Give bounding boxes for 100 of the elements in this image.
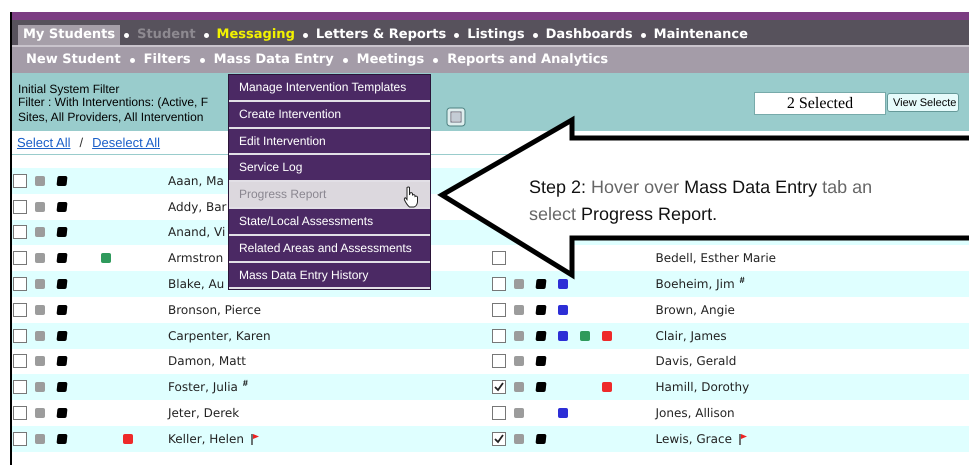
student-name[interactable]: Carpenter, Karen bbox=[168, 326, 271, 345]
checkbox[interactable] bbox=[13, 302, 27, 317]
status-square bbox=[602, 330, 612, 341]
menu-item[interactable]: Mass Data Entry History bbox=[229, 262, 430, 290]
checkbox[interactable] bbox=[13, 200, 27, 214]
student-name[interactable]: Addy, Bar bbox=[168, 198, 226, 216]
student-name[interactable]: Clair, James bbox=[656, 326, 727, 345]
status-square bbox=[514, 382, 524, 392]
filter-text: Sites, All Providers, All Intervention bbox=[18, 110, 204, 125]
status-square bbox=[35, 356, 45, 366]
status-square bbox=[558, 279, 568, 290]
menu-item[interactable]: State/Local Assessments bbox=[229, 208, 430, 236]
checkbox[interactable] bbox=[13, 251, 27, 266]
checkbox[interactable] bbox=[13, 277, 27, 292]
status-square bbox=[56, 176, 68, 186]
menu-item[interactable]: Edit Intervention bbox=[229, 128, 430, 156]
status-square bbox=[534, 356, 546, 366]
status-square bbox=[534, 330, 546, 341]
student-name[interactable]: Blake, Au bbox=[168, 275, 224, 294]
checkbox[interactable] bbox=[13, 432, 27, 446]
status-square bbox=[101, 253, 111, 264]
student-name[interactable]: Jones, Allison bbox=[656, 404, 735, 422]
status-square bbox=[558, 304, 568, 315]
student-name[interactable]: Keller, Helen bbox=[168, 430, 244, 448]
student-name[interactable]: Armstron bbox=[168, 249, 224, 268]
nav-tab[interactable]: Dashboards bbox=[542, 24, 637, 45]
checkbox[interactable] bbox=[492, 251, 506, 266]
filter-text: Filter : With Interventions: (Active, F bbox=[18, 95, 208, 110]
status-square bbox=[558, 408, 568, 418]
student-name[interactable]: Bronson, Pierce bbox=[168, 300, 262, 319]
status-square bbox=[56, 304, 68, 315]
student-name[interactable]: Lewis, Grace bbox=[656, 430, 732, 448]
status-square bbox=[123, 434, 133, 444]
student-name[interactable]: Aaan, Ma bbox=[168, 172, 224, 190]
status-square bbox=[514, 279, 524, 290]
nav-tab[interactable]: Letters & Reports bbox=[312, 24, 450, 45]
list-icon[interactable] bbox=[446, 107, 466, 127]
student-name[interactable]: Jeter, Derek bbox=[168, 404, 240, 422]
nav-tab[interactable]: Maintenance bbox=[650, 24, 752, 45]
status-square bbox=[56, 227, 68, 238]
menu-item[interactable]: Manage Intervention Templates bbox=[229, 75, 430, 102]
selected-count-field: 2 Selected bbox=[754, 92, 886, 115]
status-square bbox=[514, 408, 524, 418]
note-mark: # bbox=[242, 377, 248, 390]
checkbox[interactable] bbox=[492, 328, 506, 343]
status-square bbox=[35, 434, 45, 444]
nav-tab[interactable]: Listings bbox=[463, 24, 529, 45]
student-name[interactable]: Brown, Angie bbox=[656, 300, 735, 319]
status-square bbox=[56, 202, 68, 212]
student-name[interactable]: Foster, Julia bbox=[168, 378, 238, 396]
checkbox[interactable] bbox=[492, 406, 506, 420]
status-square bbox=[534, 434, 546, 444]
student-name[interactable]: Boeheim, Jim bbox=[656, 275, 735, 294]
status-square bbox=[534, 304, 546, 315]
checkbox[interactable] bbox=[492, 302, 506, 317]
checkbox[interactable] bbox=[13, 174, 27, 188]
checkbox[interactable] bbox=[13, 328, 27, 343]
student-name[interactable]: Damon, Matt bbox=[168, 352, 246, 370]
student-name[interactable]: Bedell, Esther Marie bbox=[656, 249, 776, 268]
status-square bbox=[56, 330, 68, 341]
menu-item[interactable]: Create Intervention bbox=[229, 102, 430, 129]
status-square bbox=[558, 330, 568, 341]
status-square bbox=[534, 279, 546, 290]
status-square bbox=[580, 330, 590, 341]
checkbox[interactable] bbox=[492, 354, 506, 368]
student-name[interactable]: Hamill, Dorothy bbox=[656, 378, 750, 396]
checkbox[interactable] bbox=[13, 225, 27, 240]
note-mark: # bbox=[740, 274, 745, 288]
status-square bbox=[514, 330, 524, 341]
checkbox[interactable] bbox=[13, 354, 27, 368]
deselect-all-link[interactable]: Deselect All bbox=[92, 132, 160, 152]
student-name[interactable]: Anand, Vi bbox=[168, 223, 226, 242]
view-selected-button[interactable]: View Selecte bbox=[887, 93, 960, 112]
filter-title: Initial System Filter bbox=[18, 81, 120, 97]
student-name[interactable]: Davis, Gerald bbox=[656, 352, 736, 370]
status-square bbox=[35, 202, 45, 212]
status-square bbox=[35, 304, 45, 315]
separator: / bbox=[79, 134, 84, 152]
select-all-link[interactable]: Select All bbox=[17, 132, 70, 152]
status-square bbox=[56, 279, 68, 290]
menu-item[interactable]: Related Areas and Assessments bbox=[229, 236, 430, 263]
status-square bbox=[514, 434, 524, 444]
status-square bbox=[35, 408, 45, 418]
status-square bbox=[602, 382, 612, 392]
status-square bbox=[56, 408, 68, 418]
status-square bbox=[514, 356, 524, 366]
nav-tab[interactable]: Messaging bbox=[212, 24, 299, 45]
status-square bbox=[35, 382, 45, 392]
checkbox[interactable] bbox=[492, 277, 506, 292]
checkbox[interactable] bbox=[492, 380, 506, 394]
status-square bbox=[534, 382, 546, 392]
checkbox[interactable] bbox=[13, 406, 27, 420]
hand-cursor-icon bbox=[403, 186, 419, 208]
status-square bbox=[35, 279, 45, 290]
status-square bbox=[56, 382, 68, 392]
checkbox[interactable] bbox=[13, 380, 27, 394]
status-square bbox=[514, 304, 524, 315]
status-square bbox=[35, 330, 45, 341]
callout-text: Step 2: Hover over Mass Data Entry tab an select Progress Report. bbox=[529, 176, 874, 226]
checkbox[interactable] bbox=[492, 432, 506, 446]
